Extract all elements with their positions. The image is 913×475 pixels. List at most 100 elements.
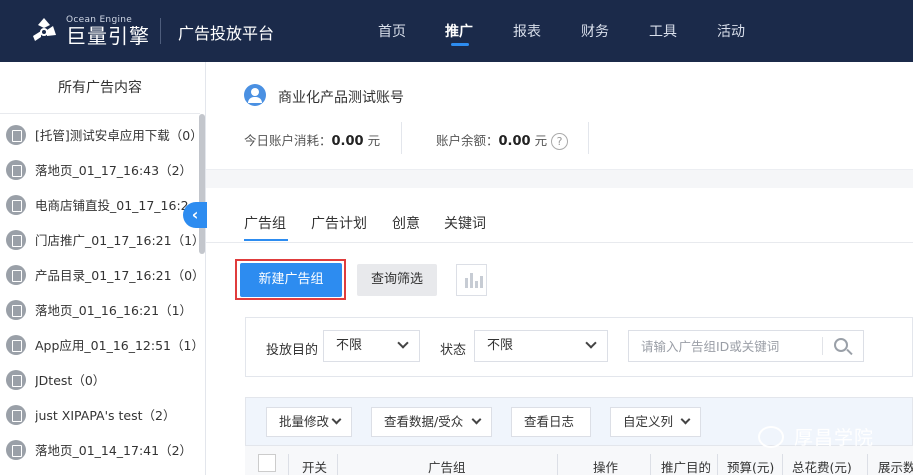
sidebar-collapse-button[interactable]: ‹ [183, 202, 207, 228]
sidebar-title: 所有广告内容 [0, 62, 200, 114]
chevron-left-icon: ‹ [191, 205, 199, 224]
landing-page-icon [6, 439, 26, 460]
section-gap [206, 170, 913, 188]
today-cost-label: 今日账户消耗： [244, 133, 332, 148]
sidebar-item[interactable]: 门店推广_01_17_16:21（1） [0, 222, 200, 257]
watermark-text: 厚昌学院 [794, 427, 875, 449]
column-divider [717, 454, 718, 475]
balance-unit: 元 [534, 133, 548, 148]
landing-page-icon [6, 159, 26, 180]
status-filter-label: 状态 [440, 343, 467, 358]
tab-ad-plan[interactable]: 广告计划 [311, 213, 367, 233]
select-all-checkbox[interactable] [258, 454, 276, 472]
purpose-select[interactable]: 不限 [323, 330, 420, 362]
column-divider [337, 454, 338, 475]
today-cost-stat: 今日账户消耗：0.00 元 [244, 130, 380, 149]
sidebar-item[interactable]: just XIPAPA's test（2） [0, 397, 200, 432]
chart-view-button[interactable] [456, 264, 487, 296]
custom-columns-label: 自定义列 [623, 414, 674, 429]
content-tabs: 广告组 广告计划 创意 关键词 [206, 188, 913, 243]
landing-page-icon [6, 299, 26, 320]
search-icon[interactable] [834, 338, 848, 352]
nav-item-home[interactable]: 首页 [378, 21, 406, 41]
android-icon [6, 334, 26, 355]
balance-label: 账户余额： [436, 133, 499, 148]
sidebar-item-label: 落地页_01_14_17:41（2） [35, 443, 193, 458]
column-header-switch[interactable]: 开关 [302, 457, 327, 475]
sidebar-item[interactable]: 落地页_01_17_16:43（2） [0, 152, 200, 187]
view-data-dropdown[interactable]: 查看数据/受众 [371, 407, 492, 437]
column-header-ad-group[interactable]: 广告组 [428, 457, 466, 475]
tab-ad-group[interactable]: 广告组 [244, 213, 286, 233]
sidebar-scrollbar[interactable] [199, 114, 205, 254]
nav-item-finance[interactable]: 财务 [581, 21, 609, 41]
batch-edit-label: 批量修改 [279, 414, 330, 429]
today-cost-unit: 元 [367, 133, 381, 148]
sidebar-item-label: App应用_01_16_12:51（1） [35, 338, 200, 353]
sidebar-item[interactable]: 产品目录_01_17_16:21（0） [0, 257, 200, 292]
column-divider [557, 454, 558, 475]
search-divider [822, 337, 823, 355]
chevron-down-icon [331, 414, 342, 425]
sidebar-item[interactable]: 落地页_01_16_16:21（1） [0, 292, 200, 327]
purpose-filter-label: 投放目的 [266, 343, 319, 358]
nav-item-reports[interactable]: 报表 [513, 21, 541, 41]
chevron-down-icon [585, 337, 597, 349]
stat-divider [401, 122, 402, 154]
sidebar-item-label: 落地页_01_16_16:21（1） [35, 303, 193, 318]
ad-content-sidebar: 所有广告内容 [托管]测试安卓应用下载（0） 落地页_01_17_16:43（2）… [0, 62, 206, 475]
nav-item-activities[interactable]: 活动 [717, 21, 745, 41]
sidebar-item[interactable]: 电商店铺直投_01_17_16:2... [0, 187, 200, 222]
tab-keywords[interactable]: 关键词 [444, 213, 486, 233]
sidebar-item-label: [托管]测试安卓应用下载（0） [35, 128, 200, 143]
status-select[interactable]: 不限 [474, 330, 608, 362]
logo-chinese-text: 巨量引擎 [66, 24, 150, 48]
catalog-icon [6, 264, 26, 285]
view-log-button[interactable]: 查看日志 [511, 407, 591, 437]
watermark: 厚昌学院 [758, 423, 874, 450]
column-header-budget[interactable]: 预算(元) [727, 457, 774, 475]
batch-edit-dropdown[interactable]: 批量修改 [266, 407, 352, 437]
filter-panel: 投放目的 不限 状态 不限 [245, 317, 913, 377]
column-header-impressions[interactable]: 展示数 [878, 457, 913, 475]
active-tab-indicator [244, 239, 288, 241]
column-divider [782, 454, 783, 475]
nav-item-promotion[interactable]: 推广 [445, 21, 473, 41]
chevron-down-icon [471, 414, 482, 425]
brand-logo[interactable]: Ocean Engine 巨量引擎 [28, 12, 150, 50]
balance-stat: 账户余额：0.00 元 ? [436, 130, 569, 150]
sidebar-item[interactable]: [托管]测试安卓应用下载（0） [0, 117, 200, 152]
sidebar-item[interactable]: JDtest（0） [0, 362, 200, 397]
chevron-down-icon [397, 337, 409, 349]
account-name: 商业化产品测试账号 [278, 90, 404, 106]
balance-value: 0.00 [498, 134, 531, 149]
sidebar-item[interactable]: App应用_01_16_12:51（1） [0, 327, 200, 362]
tab-creative[interactable]: 创意 [392, 213, 420, 233]
help-icon[interactable]: ? [551, 133, 569, 150]
sidebar-item-label: 落地页_01_17_16:43（2） [35, 163, 193, 178]
sidebar-item-label: 电商店铺直投_01_17_16:2... [35, 198, 200, 213]
nav-active-indicator [451, 43, 469, 46]
column-header-purpose[interactable]: 推广目的 [661, 457, 711, 475]
new-ad-group-button[interactable]: 新建广告组 [240, 263, 342, 297]
nav-item-tools[interactable]: 工具 [649, 21, 677, 41]
ocean-engine-logo-icon [33, 18, 56, 41]
user-avatar-icon [244, 84, 266, 106]
stat-divider [588, 122, 589, 154]
column-header-actions[interactable]: 操作 [593, 457, 618, 475]
landing-page-icon [6, 404, 26, 425]
shop-icon [6, 194, 26, 215]
today-cost-value: 0.00 [331, 134, 364, 149]
search-input[interactable] [630, 332, 820, 360]
sidebar-item-label: 门店推广_01_17_16:21（1） [35, 233, 200, 248]
column-header-total-cost[interactable]: 总花费(元) [792, 457, 852, 475]
sidebar-item-label: just XIPAPA's test（2） [35, 408, 176, 423]
custom-columns-dropdown[interactable]: 自定义列 [610, 407, 701, 437]
search-box [628, 330, 864, 362]
view-log-label: 查看日志 [524, 414, 575, 429]
sidebar-item[interactable]: 落地页_01_14_17:41（2） [0, 432, 200, 467]
query-filter-button[interactable]: 查询筛选 [357, 264, 437, 296]
sidebar-item-label: JDtest（0） [35, 373, 106, 388]
status-select-value: 不限 [487, 338, 514, 353]
store-icon [6, 229, 26, 250]
